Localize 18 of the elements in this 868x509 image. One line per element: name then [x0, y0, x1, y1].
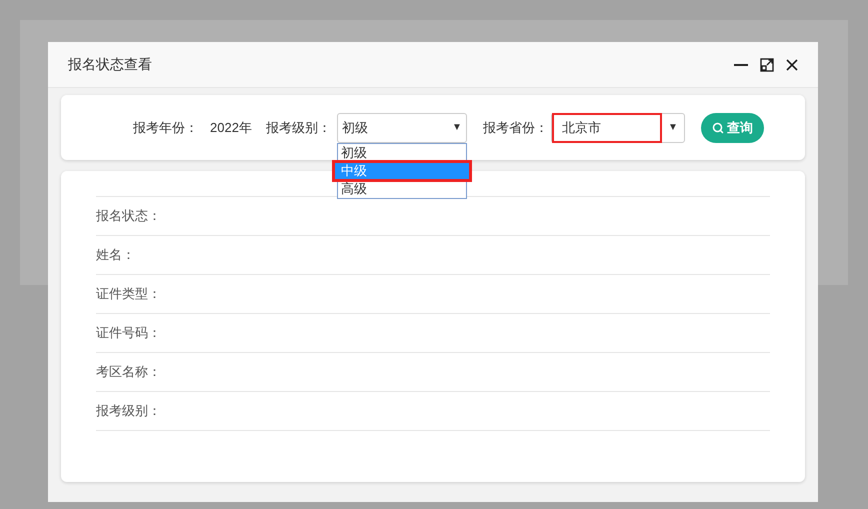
level-select[interactable]: 初级 ▼: [336, 112, 467, 142]
dialog-title: 报名状态查看: [68, 55, 152, 74]
search-icon: [712, 122, 724, 134]
year-label: 报考年份：: [133, 118, 198, 137]
province-select[interactable]: 北京市 ▼: [550, 112, 685, 142]
field-label: 证件号码：: [96, 324, 161, 342]
level-label: 报考级别：: [266, 118, 331, 137]
dropdown-option[interactable]: 初级: [338, 144, 466, 162]
field-label: 报考级别：: [96, 402, 161, 420]
field-label: 报名状态：: [96, 207, 161, 226]
field-label: 考区名称：: [96, 363, 161, 382]
year-value: 2022年: [210, 118, 252, 137]
close-icon[interactable]: [786, 58, 798, 70]
province-label: 报考省份：: [482, 118, 548, 137]
field-label: 证件类型：: [96, 285, 161, 304]
field-label: 姓名：: [96, 246, 135, 264]
maximize-icon[interactable]: [760, 58, 774, 72]
dropdown-option[interactable]: 高级: [338, 180, 466, 198]
